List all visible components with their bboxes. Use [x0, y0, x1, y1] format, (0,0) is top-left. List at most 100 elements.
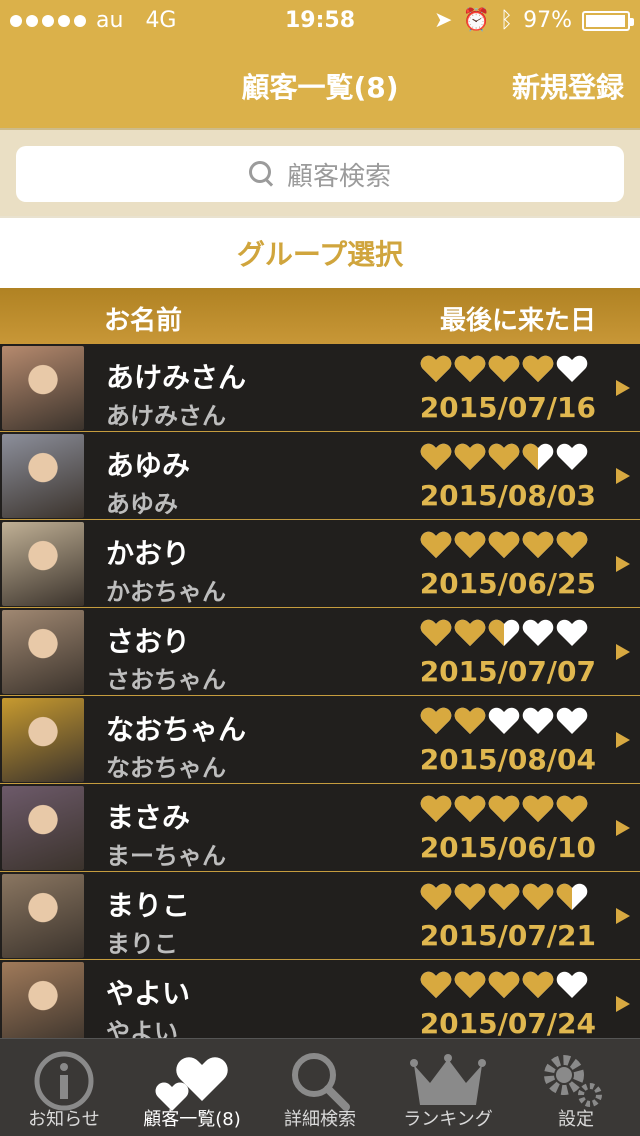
tab-detail-search[interactable]: 詳細検索 [256, 1039, 384, 1136]
heart-icon [522, 619, 554, 646]
avatar [2, 698, 84, 782]
customer-row[interactable]: あけみさん あけみさん 2015/07/16 [0, 344, 640, 432]
customer-row[interactable]: かおり かおちゃん 2015/06/25 [0, 520, 640, 608]
customer-nickname: まーちゃん [106, 842, 226, 870]
customer-name: やよい [106, 977, 191, 1010]
heart-icon [556, 971, 588, 998]
last-visit-date: 2015/07/16 [419, 391, 596, 424]
search-icon [248, 161, 275, 187]
top-bar: au 4G 19:58 ➤ ⏰ ᛒ 97% 顧客一覧(8) 新規登録 [0, 0, 640, 128]
avatar [2, 962, 84, 1038]
tab-news[interactable]: お知らせ [0, 1039, 128, 1136]
heart-icon [454, 619, 486, 646]
rating-hearts [420, 794, 588, 824]
heart-icon [556, 707, 588, 734]
search-icon [292, 1053, 350, 1111]
heart-icon [420, 883, 452, 910]
disclosure-arrow-icon [616, 732, 630, 748]
customer-row[interactable]: なおちゃん なおちゃん 2015/08/04 [0, 696, 640, 784]
heart-icon [420, 355, 452, 382]
customer-name: あけみさん [106, 361, 247, 394]
battery-icon [582, 10, 634, 31]
rating-hearts [420, 882, 588, 912]
customer-nickname: まりこ [106, 930, 178, 958]
rating-hearts [420, 618, 588, 648]
avatar [2, 874, 84, 958]
heart-icon [454, 795, 486, 822]
location-icon: ➤ [434, 8, 453, 33]
gear-icon [544, 1055, 602, 1107]
customer-row[interactable]: まさみ まーちゃん 2015/06/10 [0, 784, 640, 872]
alarm-icon: ⏰ [462, 8, 490, 33]
avatar [2, 610, 84, 694]
customer-nickname: なおちゃん [106, 754, 226, 782]
customer-list[interactable]: あけみさん あけみさん 2015/07/16 あゆみ あゆみ 2015/08/0… [0, 344, 640, 1038]
tab-bar: お知らせ 顧客一覧(8) 詳細検索 ランキング 設定 [0, 1038, 640, 1136]
info-icon [34, 1051, 94, 1111]
search-area: 顧客検索 [0, 128, 640, 216]
last-visit-date: 2015/07/21 [419, 919, 596, 952]
disclosure-arrow-icon [616, 380, 630, 396]
heart-icon [454, 355, 486, 382]
customer-nickname: さおちゃん [106, 666, 226, 694]
heart-icon [556, 619, 588, 646]
disclosure-arrow-icon [616, 556, 630, 572]
customer-nickname: あけみさん [106, 402, 226, 430]
heart-icon [454, 883, 486, 910]
customer-name: まさみ [106, 801, 191, 834]
disclosure-arrow-icon [616, 644, 630, 660]
disclosure-arrow-icon [616, 468, 630, 484]
heart-icon [420, 707, 452, 734]
rating-hearts [420, 970, 588, 1000]
heart-icon [420, 443, 452, 470]
group-select-button[interactable]: グループ選択 [0, 216, 640, 288]
disclosure-arrow-icon [616, 908, 630, 924]
status-bar: au 4G 19:58 ➤ ⏰ ᛒ 97% [0, 0, 640, 40]
customer-row[interactable]: さおり さおちゃん 2015/07/07 [0, 608, 640, 696]
heart-icon [454, 531, 486, 558]
tab-customers[interactable]: 顧客一覧(8) [128, 1039, 256, 1136]
last-visit-date: 2015/07/24 [419, 1007, 596, 1038]
tab-ranking[interactable]: ランキング [384, 1039, 512, 1136]
customer-row[interactable]: あゆみ あゆみ 2015/08/03 [0, 432, 640, 520]
hearts-icon [155, 1057, 228, 1111]
heart-icon [420, 619, 452, 646]
customer-nickname: かおちゃん [106, 578, 226, 606]
heart-icon [454, 443, 486, 470]
customer-nickname: あゆみ [106, 490, 178, 518]
rating-hearts [420, 354, 588, 384]
customer-name: さおり [106, 625, 191, 658]
heart-icon [522, 883, 554, 910]
heart-icon [488, 707, 520, 734]
tab-settings[interactable]: 設定 [512, 1039, 640, 1136]
list-header: お名前 最後に来た日 [0, 288, 640, 344]
heart-icon [420, 531, 452, 558]
heart-icon [522, 707, 554, 734]
new-registration-button[interactable]: 新規登録 [512, 66, 624, 106]
customer-name: なおちゃん [106, 713, 247, 746]
heart-icon [522, 531, 554, 558]
rating-hearts [420, 706, 588, 736]
heart-icon [556, 531, 588, 558]
heart-icon [522, 355, 554, 382]
heart-icon [420, 795, 452, 822]
avatar [2, 434, 84, 518]
customer-name: かおり [106, 537, 191, 570]
heart-icon [488, 443, 520, 470]
customer-row[interactable]: やよい やよい 2015/07/24 [0, 960, 640, 1038]
heart-icon [522, 795, 554, 822]
crown-icon [410, 1054, 486, 1105]
customer-name: まりこ [106, 889, 191, 922]
customer-row[interactable]: まりこ まりこ 2015/07/21 [0, 872, 640, 960]
disclosure-arrow-icon [616, 820, 630, 836]
last-visit-date: 2015/07/07 [419, 655, 596, 688]
search-input[interactable]: 顧客検索 [16, 146, 624, 202]
heart-icon [488, 531, 520, 558]
bluetooth-icon: ᛒ [499, 8, 514, 33]
customer-nickname: やよい [106, 1018, 178, 1038]
disclosure-arrow-icon [616, 996, 630, 1012]
heart-icon [488, 795, 520, 822]
heart-icon [556, 355, 588, 382]
last-visit-date: 2015/06/10 [419, 831, 596, 864]
avatar [2, 346, 84, 430]
